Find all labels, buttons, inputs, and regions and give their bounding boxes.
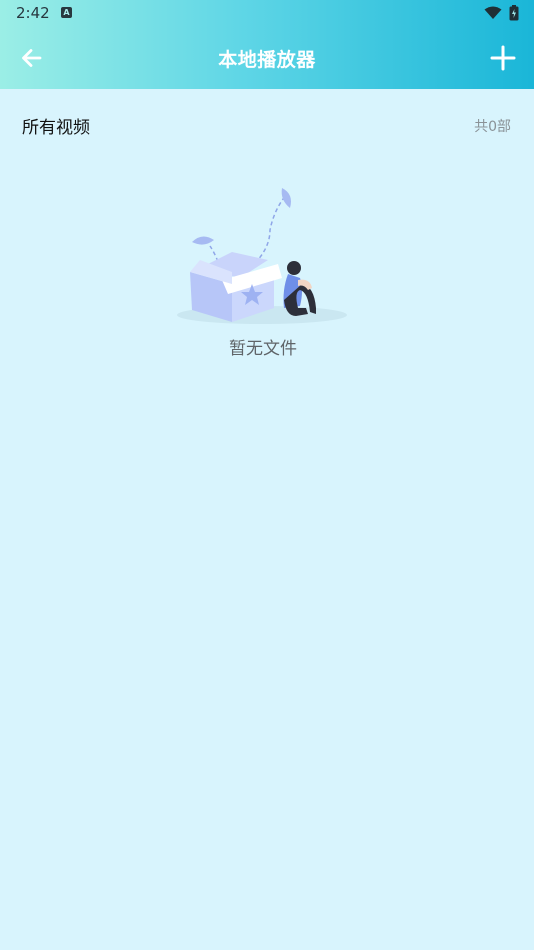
section-title: 所有视频 <box>22 118 90 138</box>
status-time: 2:42 <box>16 4 50 22</box>
app-header: 2:42 A 本地播放器 <box>0 0 534 89</box>
status-bar: 2:42 A <box>0 0 534 28</box>
video-count: 共0部 <box>474 119 511 135</box>
empty-box-illustration <box>177 188 347 324</box>
page-title: 本地播放器 <box>218 49 316 71</box>
battery-icon <box>509 5 519 21</box>
empty-state-text: 暂无文件 <box>229 339 297 359</box>
wifi-icon <box>484 6 502 19</box>
add-icon[interactable] <box>489 44 517 72</box>
notification-badge-icon: A <box>61 7 72 18</box>
